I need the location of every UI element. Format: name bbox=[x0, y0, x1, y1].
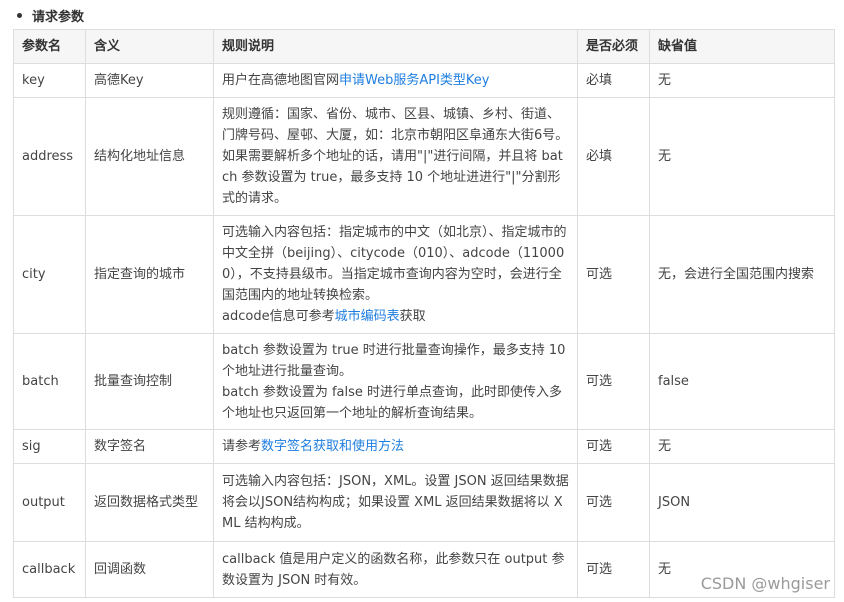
default-cell: 无 bbox=[649, 429, 835, 464]
section-heading: 请求参数 bbox=[16, 5, 84, 25]
bullet-icon bbox=[17, 12, 22, 18]
meaning-cell: 回调函数 bbox=[85, 541, 214, 598]
required-cell: 可选 bbox=[577, 333, 650, 430]
table-row: output 返回数据格式类型 可选输入内容包括：JSON，XML。设置 JSON … bbox=[13, 463, 835, 542]
header-required: 是否必须 bbox=[577, 29, 650, 64]
required-cell: 可选 bbox=[577, 541, 650, 598]
rule-text: batch 参数设置为 true 时进行批量查询操作，最多支持 10 个地址进行… bbox=[222, 342, 566, 379]
doc-link[interactable]: 申请Web服务API类型Key bbox=[339, 73, 489, 88]
rule-text: 规则遵循：国家、省份、城市、区县、城镇、乡村、街道、门牌号码、屋邨、大厦，如：北… bbox=[222, 107, 569, 206]
table-row: city 指定查询的城市 可选输入内容包括：指定城市的中文（如北京）、指定城市的中文… bbox=[13, 215, 835, 334]
doc-link[interactable]: 城市编码表 bbox=[335, 309, 400, 324]
required-cell: 可选 bbox=[577, 429, 650, 464]
table-row: address 结构化地址信息 规则遵循：国家、省份、城市、区县、城镇、乡村、街道、… bbox=[13, 97, 835, 216]
param-name-cell: callback bbox=[13, 541, 86, 598]
rule-cell: 规则遵循：国家、省份、城市、区县、城镇、乡村、街道、门牌号码、屋邨、大厦，如：北… bbox=[213, 97, 578, 216]
rule-cell: 可选输入内容包括：JSON，XML。设置 JSON 返回结果数据将会以JSON结… bbox=[213, 463, 578, 542]
param-name-cell: sig bbox=[13, 429, 86, 464]
table-header-row: 参数名 含义 规则说明 是否必须 缺省值 bbox=[13, 29, 835, 64]
meaning-cell: 指定查询的城市 bbox=[85, 215, 214, 334]
default-cell: 无，会进行全国范围内搜索 bbox=[649, 215, 835, 334]
rule-text: 请参考 bbox=[222, 439, 262, 454]
watermark: CSDN @whgiser bbox=[700, 574, 830, 593]
header-rule: 规则说明 bbox=[213, 29, 578, 64]
param-name-cell: output bbox=[13, 463, 86, 542]
rule-cell: 用户在高德地图官网申请Web服务API类型Key bbox=[213, 63, 578, 98]
table-row: batch 批量查询控制 batch 参数设置为 true 时进行批量查询操作，最多… bbox=[13, 333, 835, 430]
request-params-table: 参数名 含义 规则说明 是否必须 缺省值 key 高德Key 用户在高德地图官网申请… bbox=[13, 29, 835, 598]
rule-cell: callback 值是用户定义的函数名称，此参数只在 output 参数设置为 … bbox=[213, 541, 578, 598]
default-cell: 无 bbox=[649, 63, 835, 98]
rule-text: 可选输入内容包括：JSON，XML。设置 JSON 返回结果数据将会以JSON结… bbox=[222, 474, 569, 531]
rule-text: 用户在高德地图官网 bbox=[222, 73, 340, 88]
rule-cell: batch 参数设置为 true 时进行批量查询操作，最多支持 10 个地址进行… bbox=[213, 333, 578, 430]
meaning-cell: 高德Key bbox=[85, 63, 214, 98]
rule-text: callback 值是用户定义的函数名称，此参数只在 output 参数设置为 … bbox=[222, 551, 565, 588]
default-cell: JSON bbox=[649, 463, 835, 542]
rule-cell: 请参考数字签名获取和使用方法 bbox=[213, 429, 578, 464]
rule-text: 获取 bbox=[399, 309, 426, 324]
meaning-cell: 返回数据格式类型 bbox=[85, 463, 214, 542]
rule-text: adcode信息可参考 bbox=[222, 309, 335, 324]
header-param-name: 参数名 bbox=[13, 29, 86, 64]
rule-cell: 可选输入内容包括：指定城市的中文（如北京）、指定城市的中文全拼（beijing）… bbox=[213, 215, 578, 334]
rule-text: 可选输入内容包括：指定城市的中文（如北京）、指定城市的中文全拼（beijing）… bbox=[222, 225, 567, 303]
meaning-cell: 数字签名 bbox=[85, 429, 214, 464]
section-title: 请求参数 bbox=[32, 9, 85, 25]
rule-text: batch 参数设置为 false 时进行单点查询，此时即使传入多个地址也只返回… bbox=[222, 384, 563, 421]
param-name-cell: key bbox=[13, 63, 86, 98]
param-name-cell: address bbox=[13, 97, 86, 216]
required-cell: 可选 bbox=[577, 463, 650, 542]
default-cell: false bbox=[649, 333, 835, 430]
required-cell: 必填 bbox=[577, 63, 650, 98]
header-meaning: 含义 bbox=[85, 29, 214, 64]
required-cell: 必填 bbox=[577, 97, 650, 216]
default-cell: 无 bbox=[649, 97, 835, 216]
table-row: sig 数字签名 请参考数字签名获取和使用方法 可选无 bbox=[13, 429, 835, 464]
header-default: 缺省值 bbox=[649, 29, 835, 64]
table-body: key 高德Key 用户在高德地图官网申请Web服务API类型Key 必填无 addre… bbox=[13, 63, 835, 598]
param-name-cell: batch bbox=[13, 333, 86, 430]
table-row: key 高德Key 用户在高德地图官网申请Web服务API类型Key 必填无 bbox=[13, 63, 835, 98]
doc-link[interactable]: 数字签名获取和使用方法 bbox=[261, 439, 404, 454]
meaning-cell: 批量查询控制 bbox=[85, 333, 214, 430]
required-cell: 可选 bbox=[577, 215, 650, 334]
meaning-cell: 结构化地址信息 bbox=[85, 97, 214, 216]
param-name-cell: city bbox=[13, 215, 86, 334]
